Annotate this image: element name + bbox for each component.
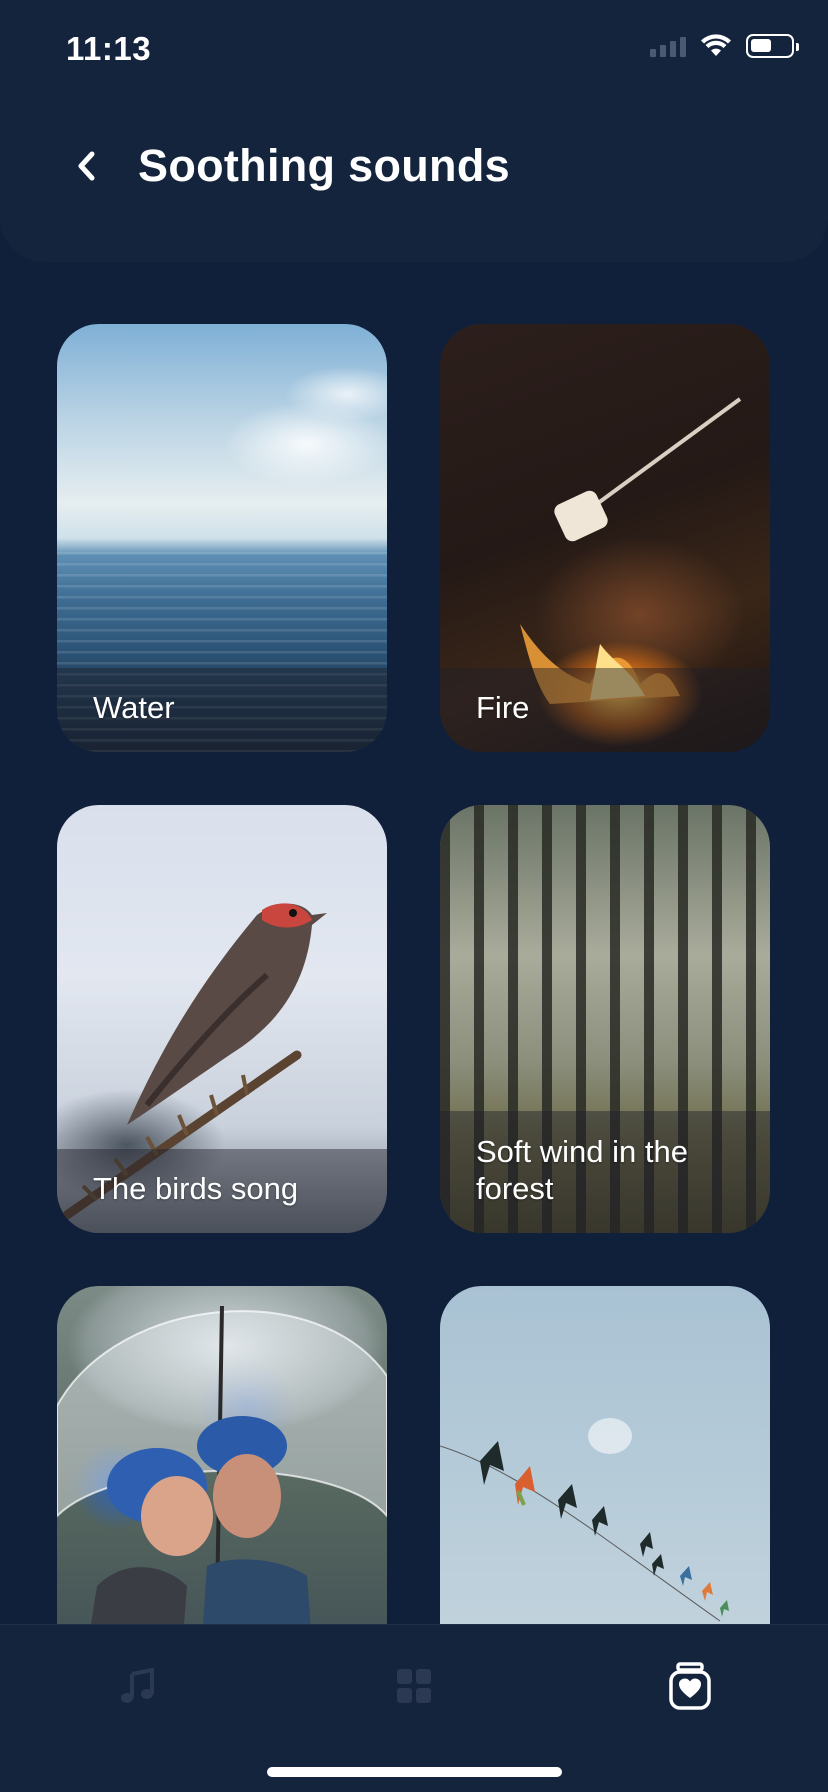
header: 11:13 Soothing sounds	[0, 0, 828, 262]
nav-grid[interactable]	[379, 1651, 449, 1721]
status-icons	[650, 34, 799, 58]
status-time: 11:13	[66, 30, 152, 67]
soothing-sounds-screen: 11:13 Soothing sounds Water Fire The bir…	[0, 0, 828, 1792]
sound-card-soft-wind-forest[interactable]: Soft wind in the forest	[440, 805, 770, 1233]
chevron-left-icon	[78, 151, 95, 181]
nav-music[interactable]	[103, 1651, 173, 1721]
sound-card-fire[interactable]: Fire	[440, 324, 770, 752]
nav-favorites[interactable]	[655, 1651, 725, 1721]
home-indicator	[267, 1767, 562, 1777]
wifi-icon	[700, 34, 732, 58]
page-title: Soothing sounds	[138, 140, 510, 191]
music-note-icon	[121, 1667, 154, 1703]
sound-card-birds-song[interactable]: The birds song	[57, 805, 387, 1233]
battery-icon	[746, 34, 799, 58]
sound-card-label: Fire	[476, 690, 530, 725]
grid-icon	[397, 1669, 431, 1703]
sound-card-label: Water	[93, 690, 175, 725]
sound-card-water[interactable]: Water	[57, 324, 387, 752]
back-button[interactable]	[66, 146, 106, 186]
sound-card-label: The birds song	[93, 1171, 299, 1206]
sound-card-label: Soft wind in the forest	[476, 1134, 688, 1206]
heart-jar-icon	[669, 1662, 711, 1710]
cellular-signal-icon	[650, 35, 686, 57]
